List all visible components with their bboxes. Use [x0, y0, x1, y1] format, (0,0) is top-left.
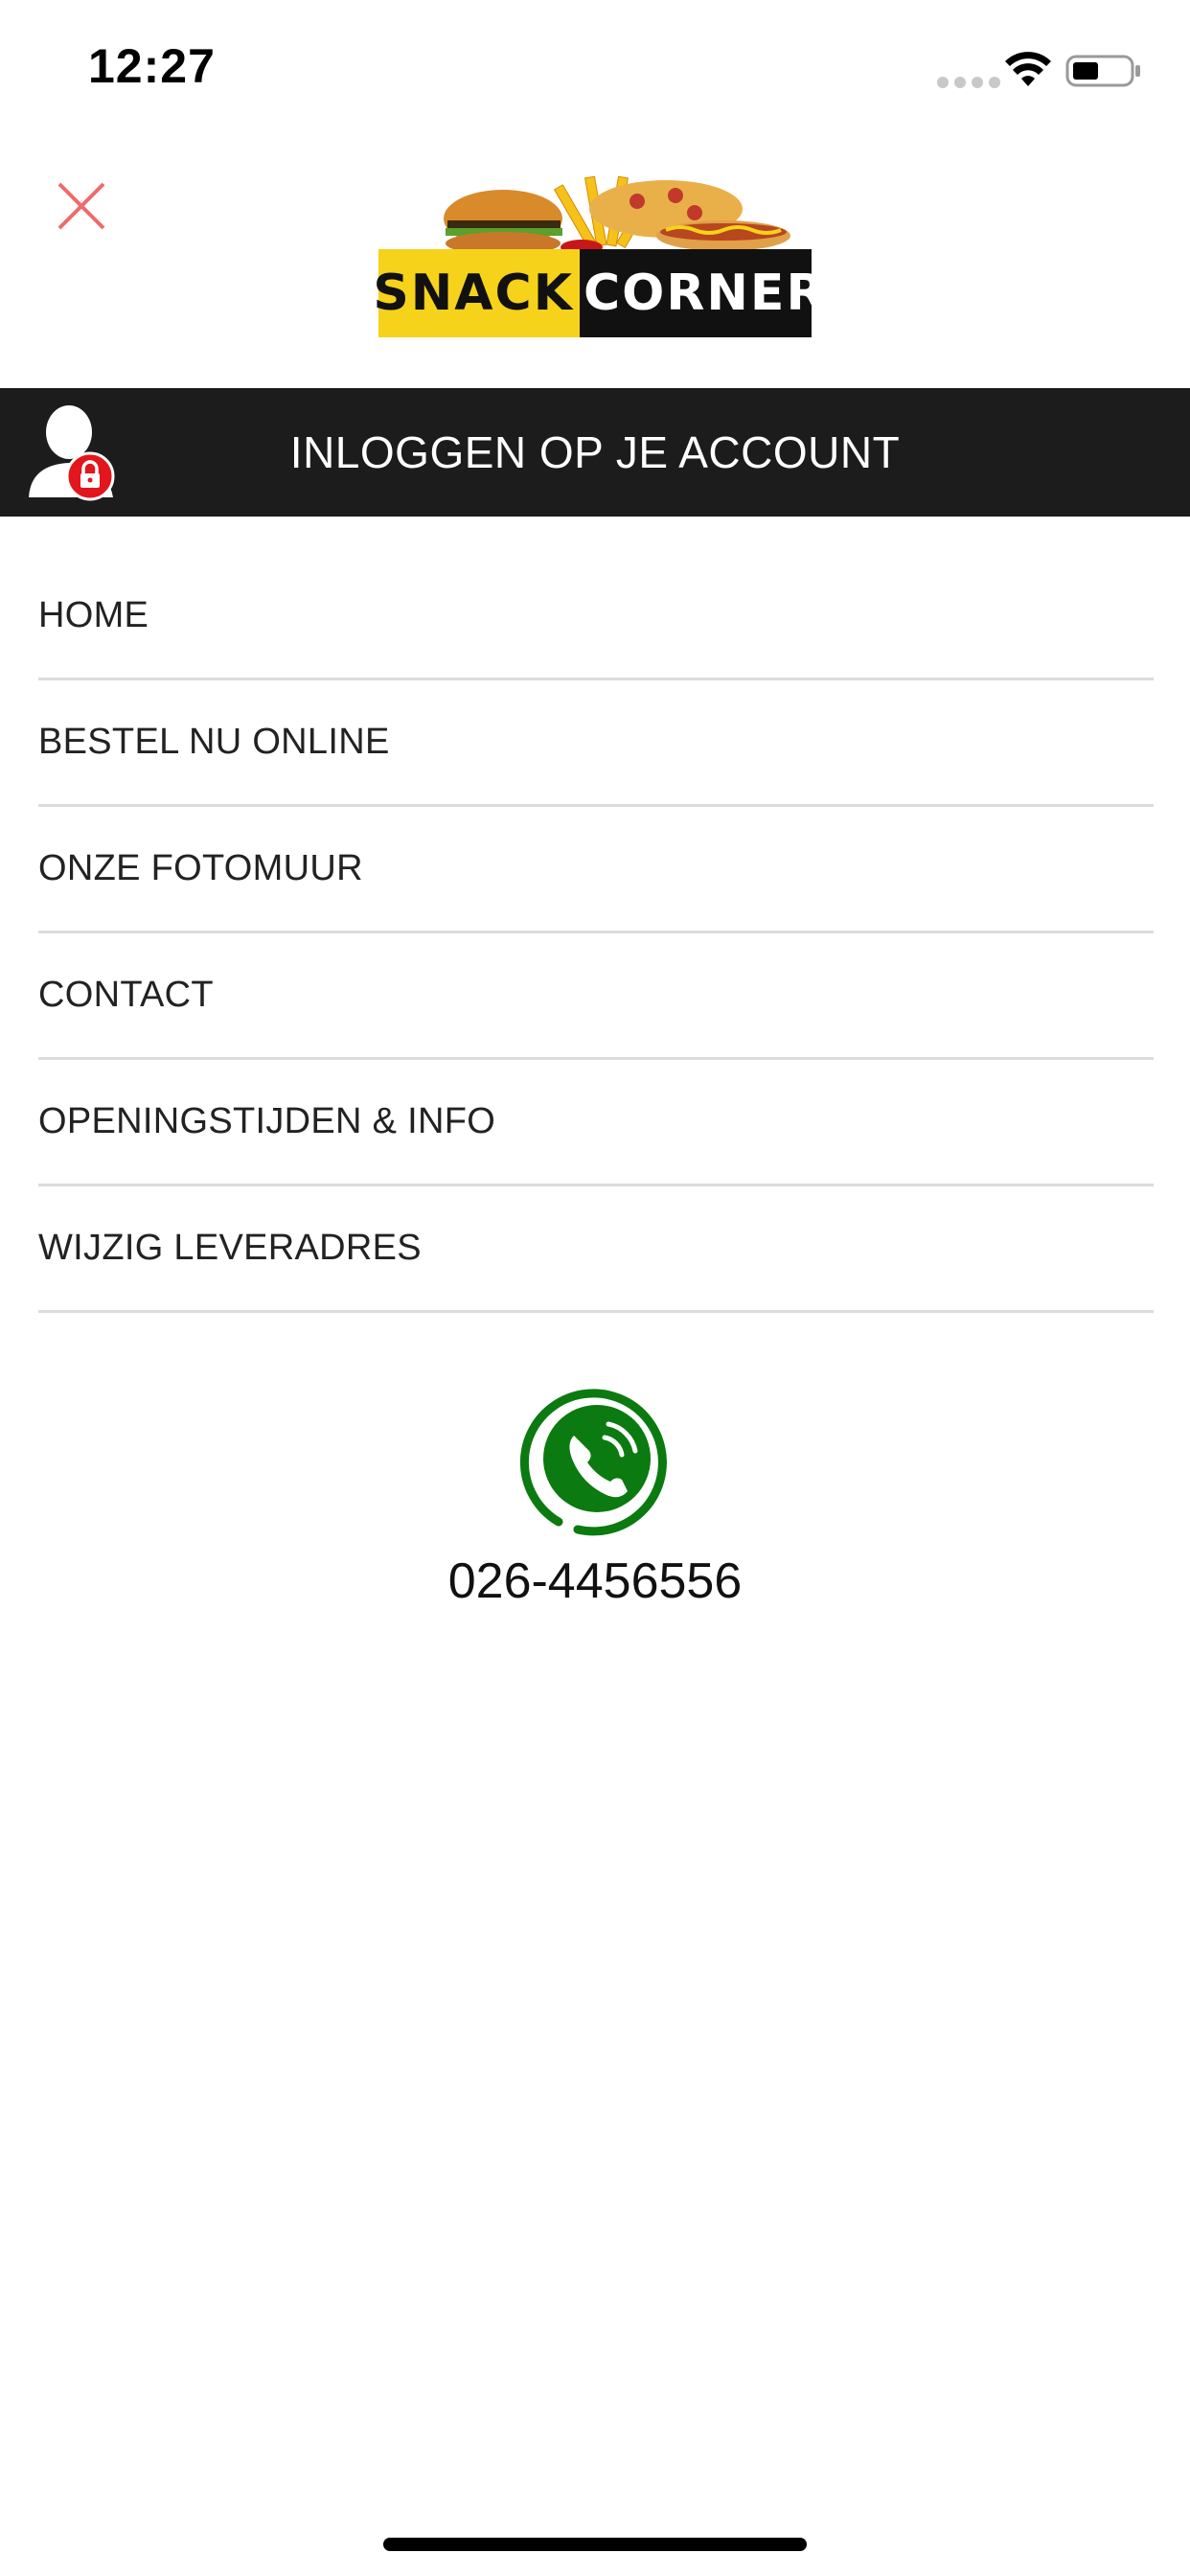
battery-icon [1065, 55, 1140, 87]
food-illustration-icon [444, 175, 790, 255]
status-time: 12:27 [88, 39, 216, 93]
close-icon[interactable] [56, 180, 107, 232]
logo-text: SNACK CORNER [373, 249, 825, 337]
menu-item-home[interactable]: HOME [38, 553, 1154, 680]
snackcorner-logo: SNACK CORNER [373, 171, 825, 338]
phone-icon[interactable] [520, 1388, 670, 1537]
login-account-button[interactable]: INLOGGEN OP JE ACCOUNT [0, 388, 1190, 517]
wifi-icon [1005, 52, 1051, 86]
menu-item-change-address[interactable]: WIJZIG LEVERADRES [38, 1186, 1154, 1313]
menu-item-photo-wall[interactable]: ONZE FOTOMUUR [38, 807, 1154, 933]
cellular-signal-icon [937, 77, 1000, 88]
phone-number[interactable]: 026-4456556 [0, 1552, 1190, 1610]
status-bar: 12:27 [0, 0, 1190, 134]
home-indicator[interactable] [383, 2538, 807, 2551]
menu-item-opening-hours[interactable]: OPENINGSTIJDEN & INFO [38, 1060, 1154, 1186]
menu-item-contact[interactable]: CONTACT [38, 933, 1154, 1060]
logo-corner: CORNER [580, 249, 825, 337]
login-label: INLOGGEN OP JE ACCOUNT [289, 427, 901, 477]
app-screen: 12:27 SNACK CORNER INLOGGEN OP JE ACCOUN… [0, 0, 1190, 2576]
menu-item-order-online[interactable]: BESTEL NU ONLINE [38, 680, 1154, 807]
logo-snack: SNACK [373, 249, 580, 337]
main-menu: HOME BESTEL NU ONLINE ONZE FOTOMUUR CONT… [38, 553, 1154, 1313]
